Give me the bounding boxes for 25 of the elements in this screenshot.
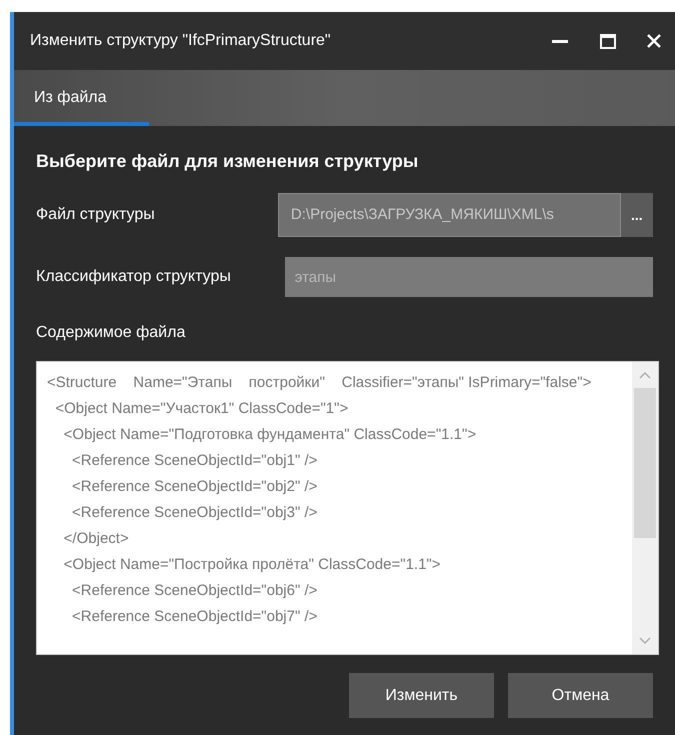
dialog-button[interactable]: Отмена <box>508 673 653 718</box>
dialog-button[interactable]: Изменить <box>349 673 494 718</box>
content-label: Содержимое файла <box>36 323 186 343</box>
code-line: <Object Name="Подготовка фундамента" ClassCode="1.1"> <box>62 425 478 445</box>
browse-button[interactable]: ... <box>620 193 653 237</box>
classifier-field[interactable]: этапы <box>284 257 653 297</box>
code-line: </Object> <box>62 529 130 549</box>
scrollbar[interactable] <box>632 362 658 654</box>
close-icon <box>647 34 661 48</box>
code-line: <Reference SceneObjectId="obj1" /> <box>71 451 318 471</box>
field-label: Классификатор структуры <box>36 267 232 287</box>
maximize-icon <box>600 34 616 48</box>
file-content-area[interactable] <box>36 361 659 655</box>
code-line: <Reference SceneObjectId="obj7" /> <box>71 607 318 627</box>
code-line: <Structure Name="Этапы постройки" Classifier="этапы" IsPrimary="false"> <box>47 373 592 393</box>
section-heading: Выберите файл для изменения структуры <box>36 150 420 173</box>
tab[interactable]: Из файла <box>14 70 149 126</box>
minimize-icon <box>552 40 568 42</box>
code-line: <Reference SceneObjectId="obj3" /> <box>71 503 318 523</box>
window-title: Изменить структуру "IfcPrimaryStructure" <box>30 31 332 51</box>
field-label: Файл структуры <box>36 205 156 225</box>
code-line: <Object Name="Постройка пролёта" ClassCode="1.1"> <box>62 555 442 575</box>
code-line: <Object Name="Участок1" ClassCode="1"> <box>54 399 350 419</box>
code-line: <Reference SceneObjectId="obj2" /> <box>71 477 318 497</box>
code-line: <Reference SceneObjectId="obj6" /> <box>71 581 318 601</box>
